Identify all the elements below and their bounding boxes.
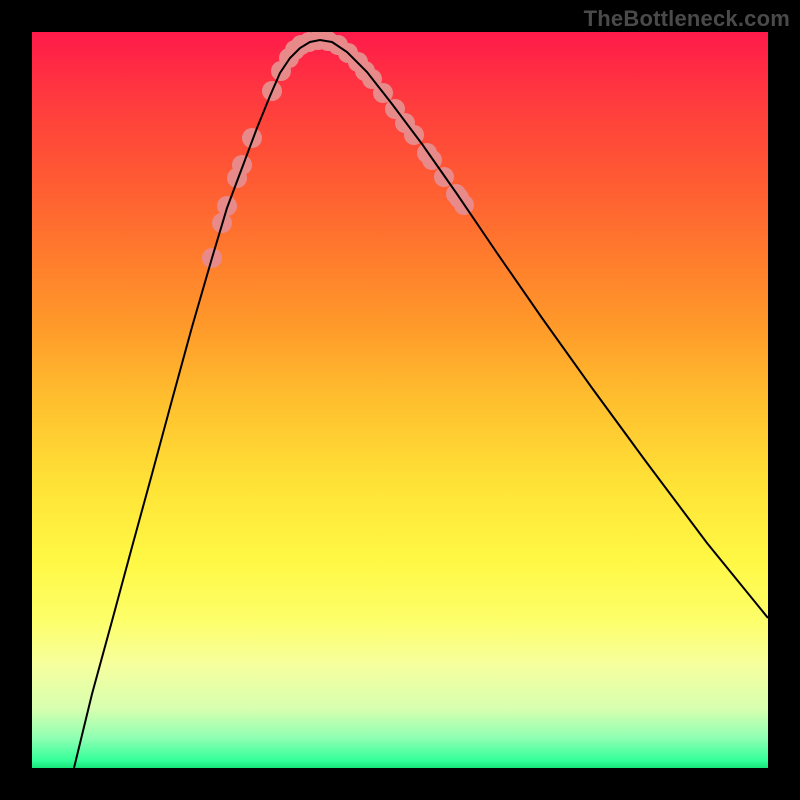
chart-frame: TheBottleneck.com [0, 0, 800, 800]
marker-group [202, 32, 474, 268]
chart-plot-area [32, 32, 768, 768]
highlight-dot [232, 155, 252, 175]
highlight-dot [242, 128, 262, 148]
watermark-text: TheBottleneck.com [584, 6, 790, 32]
chart-svg [32, 32, 768, 768]
